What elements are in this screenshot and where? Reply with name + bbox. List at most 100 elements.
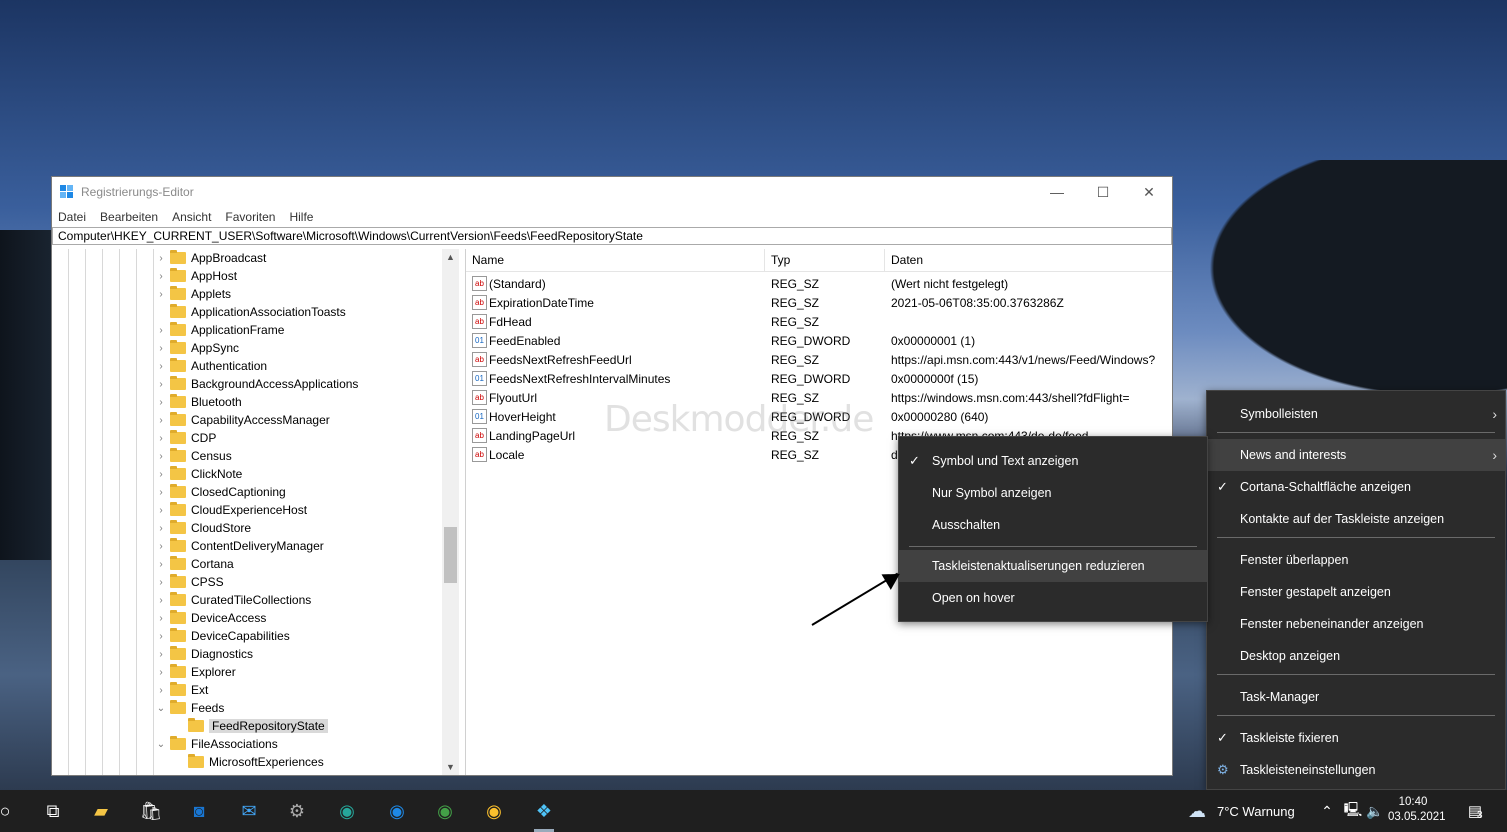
chevron-right-icon[interactable]: › (156, 595, 166, 606)
tree-item[interactable]: MicrosoftExperiences (174, 753, 324, 771)
tree-item[interactable]: › AppBroadcast (156, 249, 266, 267)
menu-item[interactable]: Ausschalten (899, 509, 1207, 541)
menu-item[interactable]: ✓ Taskleiste fixieren (1207, 722, 1505, 754)
search-circle-icon[interactable]: ○ (0, 798, 18, 824)
tree-item[interactable]: › Explorer (156, 663, 236, 681)
chevron-right-icon[interactable]: › (156, 559, 166, 570)
tree-item[interactable]: ApplicationAssociationToasts (156, 303, 346, 321)
menu-item[interactable]: News and interests › (1207, 439, 1505, 471)
chevron-right-icon[interactable]: › (156, 433, 166, 444)
menu-item[interactable]: Open on hover (899, 582, 1207, 614)
menu-item[interactable]: Taskleistenaktualiserungen reduzieren (899, 550, 1207, 582)
address-bar[interactable]: Computer\HKEY_CURRENT_USER\Software\Micr… (52, 227, 1172, 245)
chevron-right-icon[interactable]: › (156, 523, 166, 534)
tree-item[interactable]: › CPSS (156, 573, 224, 591)
menu-item[interactable]: ✓ Symbol und Text anzeigen (899, 445, 1207, 477)
value-row[interactable]: 01 FeedsNextRefreshIntervalMinutes REG_DWO… (466, 369, 1172, 388)
chevron-right-icon[interactable]: › (156, 613, 166, 624)
chevron-right-icon[interactable]: › (156, 361, 166, 372)
menu-item[interactable]: Kontakte auf der Taskleiste anzeigen (1207, 503, 1505, 535)
maximize-button[interactable]: ☐ (1080, 177, 1126, 207)
value-row[interactable]: ab ExpirationDateTime REG_SZ 2021-05-06T08:… (466, 293, 1172, 312)
task-view-icon[interactable]: ⧉ (40, 798, 66, 824)
tree-item[interactable]: › Ext (156, 681, 208, 699)
menu-bearbeiten[interactable]: Bearbeiten (100, 210, 158, 224)
chevron-right-icon[interactable]: › (156, 649, 166, 660)
tree-item[interactable]: › ContentDeliveryManager (156, 537, 324, 555)
tree-item[interactable]: › Census (156, 447, 232, 465)
chevron-right-icon[interactable]: › (156, 541, 166, 552)
scrollbar-thumb[interactable] (444, 527, 457, 583)
mail-icon[interactable]: ✉ (236, 798, 262, 824)
settings-gear-icon[interactable]: ⚙ (284, 798, 310, 824)
tree-item[interactable]: › Authentication (156, 357, 267, 375)
tree-item[interactable]: › CloudExperienceHost (156, 501, 307, 519)
menu-item[interactable]: Nur Symbol anzeigen (899, 477, 1207, 509)
store-icon[interactable]: 🛍 (138, 798, 164, 824)
outlook-icon[interactable]: ◙ (186, 798, 212, 824)
tree-item[interactable]: › CapabilityAccessManager (156, 411, 330, 429)
value-row[interactable]: ab FdHead REG_SZ (466, 312, 1172, 331)
chevron-right-icon[interactable]: › (156, 253, 166, 264)
scroll-down-icon[interactable]: ▼ (442, 759, 459, 775)
tree-item[interactable]: › Bluetooth (156, 393, 242, 411)
menu-item[interactable]: Desktop anzeigen (1207, 640, 1505, 672)
menu-hilfe[interactable]: Hilfe (289, 210, 313, 224)
tree-item[interactable]: › DeviceAccess (156, 609, 266, 627)
chevron-right-icon[interactable]: › (156, 451, 166, 462)
tree-item[interactable]: › AppHost (156, 267, 237, 285)
chevron-down-icon[interactable]: ⌄ (156, 739, 166, 750)
menu-datei[interactable]: Datei (58, 210, 86, 224)
tree-item[interactable]: › DeviceCapabilities (156, 627, 290, 645)
tree-item[interactable]: › ApplicationFrame (156, 321, 284, 339)
weather-text[interactable]: 7°C Warnung (1217, 804, 1295, 819)
value-row[interactable]: 01 FeedEnabled REG_DWORD 0x00000001 (1) (466, 331, 1172, 350)
tree-item[interactable]: ⌄ FileAssociations (156, 735, 278, 753)
file-explorer-icon[interactable]: ▰ (88, 798, 114, 824)
tree-item[interactable]: FeedRepositoryState (174, 717, 328, 735)
volume-icon[interactable]: 🔈 (1362, 798, 1388, 824)
value-row[interactable]: ab (Standard) REG_SZ (Wert nicht festgelegt… (466, 274, 1172, 293)
weather-cloud-icon[interactable]: ☁ (1184, 798, 1210, 824)
tree-item[interactable]: › BackgroundAccessApplications (156, 375, 358, 393)
menu-item[interactable]: Fenster gestapelt anzeigen (1207, 576, 1505, 608)
chevron-right-icon[interactable]: › (156, 667, 166, 678)
chevron-right-icon[interactable]: › (156, 289, 166, 300)
chevron-right-icon[interactable]: › (156, 379, 166, 390)
scroll-up-icon[interactable]: ▲ (442, 249, 459, 265)
tree-scrollbar[interactable]: ▲ ▼ (442, 249, 459, 775)
chevron-down-icon[interactable]: ⌄ (156, 703, 166, 714)
chevron-right-icon[interactable]: › (156, 325, 166, 336)
tree-item[interactable]: › CDP (156, 429, 216, 447)
registry-editor-taskbar-icon[interactable]: ❖ (531, 798, 557, 832)
menu-item[interactable]: Task-Manager (1207, 681, 1505, 713)
tree-item[interactable]: › ClickNote (156, 465, 242, 483)
menu-ansicht[interactable]: Ansicht (172, 210, 211, 224)
tree-item[interactable]: ⌄ Feeds (156, 699, 224, 717)
chevron-right-icon[interactable]: › (156, 505, 166, 516)
menu-item[interactable]: ✓ Cortana-Schaltfläche anzeigen (1207, 471, 1505, 503)
chevron-right-icon[interactable]: › (156, 631, 166, 642)
minimize-button[interactable]: — (1034, 177, 1080, 207)
chevron-right-icon[interactable]: › (156, 469, 166, 480)
edge-icon[interactable]: ◉ (334, 798, 360, 824)
tree-item[interactable]: › ClosedCaptioning (156, 483, 286, 501)
menu-item[interactable]: ⚙ Taskleisteneinstellungen (1207, 754, 1505, 786)
tree-item[interactable]: › AppSync (156, 339, 239, 357)
chevron-right-icon[interactable]: › (156, 415, 166, 426)
value-row[interactable]: ab FeedsNextRefreshFeedUrl REG_SZ https://a… (466, 350, 1172, 369)
menu-item[interactable]: Fenster nebeneinander anzeigen (1207, 608, 1505, 640)
title-bar[interactable]: Registrierungs-Editor — ☐ ✕ (52, 177, 1172, 207)
taskbar-clock[interactable]: 10:40 03.05.2021 (1388, 795, 1446, 825)
column-header-data[interactable]: Daten (891, 253, 923, 267)
chevron-right-icon[interactable]: › (156, 685, 166, 696)
tree-item[interactable]: › Diagnostics (156, 645, 253, 663)
chevron-right-icon[interactable]: › (156, 397, 166, 408)
edge-canary-icon[interactable]: ◉ (481, 798, 507, 824)
menu-item[interactable]: Symbolleisten › (1207, 398, 1505, 430)
column-header-type[interactable]: Typ (771, 253, 790, 267)
tree-item[interactable]: › Applets (156, 285, 231, 303)
tree-item[interactable]: › CuratedTileCollections (156, 591, 311, 609)
chevron-up-icon[interactable]: ⌃ (1314, 798, 1340, 824)
edge-beta-icon[interactable]: ◉ (384, 798, 410, 824)
